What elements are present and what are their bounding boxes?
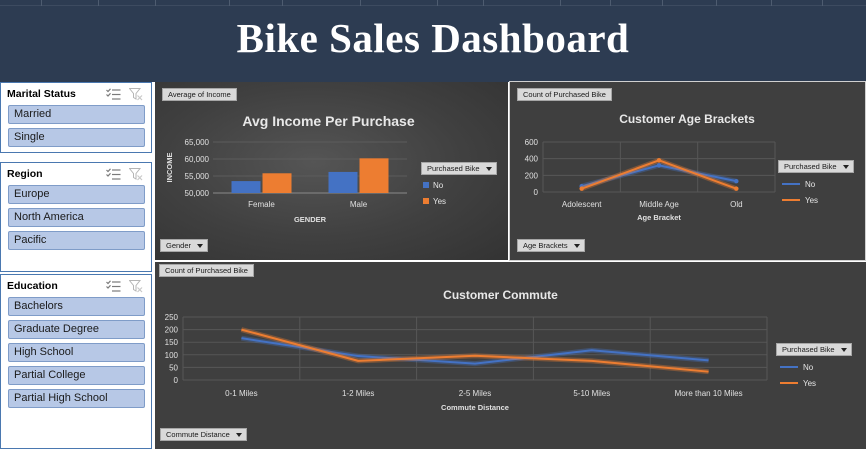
legend-label-yes: Yes [803, 378, 817, 388]
y-tick-label: 65,000 [185, 138, 210, 147]
income-chart-panel: Average of Income Avg Income Per Purchas… [155, 82, 508, 260]
axis-field-button-commute-distance[interactable]: Commute Distance [160, 428, 247, 441]
point-no [734, 178, 739, 184]
legend-entry-yes: Yes [782, 192, 818, 208]
multi-select-icon[interactable] [106, 88, 121, 100]
dashboard-title: Bike Sales Dashboard [236, 15, 630, 61]
slicer-title: Marital Status [7, 88, 76, 100]
slicer-item-partial-college[interactable]: Partial College [8, 366, 145, 385]
axis-field-button-gender[interactable]: Gender [160, 239, 209, 252]
multi-select-icon[interactable] [106, 168, 121, 180]
title-banner: Bike Sales Dashboard [0, 6, 866, 82]
axis-field-button-age-brackets[interactable]: Age Brackets [517, 239, 585, 252]
x-axis-title: GENDER [294, 215, 327, 224]
y-tick-label: 55,000 [185, 172, 210, 181]
x-tick-label: Old [730, 200, 742, 209]
clear-filter-icon[interactable] [129, 168, 143, 181]
point-yes [734, 186, 739, 191]
x-tick-label: 2-5 Miles [459, 389, 491, 398]
legend-entry-yes: Yes [780, 375, 816, 391]
legend-line-no [782, 183, 800, 185]
y-tick-label: 200 [525, 171, 539, 180]
x-axis-title: Age Bracket [637, 213, 681, 222]
x-axis-title: Commute Distance [441, 403, 509, 412]
dashboard-sheet: Bike Sales Dashboard Marital Status Marr… [0, 0, 866, 449]
slicer-item-pacific[interactable]: Pacific [8, 231, 145, 250]
x-tick-label: 1-2 Miles [342, 389, 374, 398]
legend-entry-no: No [782, 176, 818, 192]
slicer-region: Region Europe North America Pacific [0, 162, 152, 272]
point-yes [579, 186, 584, 191]
x-tick-label: 5-10 Miles [573, 389, 610, 398]
legend-line-no [780, 366, 798, 368]
y-tick-label: 0 [174, 376, 179, 385]
slicer-education: Education Bachelors Graduate Degree High… [0, 274, 152, 449]
slicer-title: Region [7, 168, 43, 180]
legend-label-no: No [433, 180, 444, 190]
legend-entry-no: No [423, 177, 446, 193]
y-tick-label: 0 [534, 188, 539, 197]
legend-label-yes: Yes [433, 196, 447, 206]
age-chart-panel: Count of Purchased Bike Customer Age Bra… [509, 81, 866, 261]
commute-line-chart: 0 50 100 150 200 250 0-1 Miles 1-2 Miles 2-5 Mil… [165, 313, 768, 412]
slicer-header: Marital Status [1, 83, 151, 105]
legend-dropdown-purchased-bike[interactable]: Purchased Bike [778, 160, 854, 173]
y-tick-label: 600 [525, 138, 539, 147]
y-axis-title: INCOME [165, 153, 174, 183]
x-tick-label: More than 10 Miles [675, 389, 743, 398]
x-tick-label: Middle Age [639, 200, 679, 209]
clear-filter-icon[interactable] [129, 280, 143, 293]
legend-dropdown-purchased-bike[interactable]: Purchased Bike [421, 162, 497, 175]
y-tick-label: 50 [169, 363, 178, 372]
y-tick-label: 400 [525, 155, 539, 164]
legend-entry-no: No [780, 359, 816, 375]
slicer-item-partial-high-school[interactable]: Partial High School [8, 389, 145, 408]
legend-label-no: No [803, 362, 814, 372]
y-tick-label: 200 [165, 326, 179, 335]
slicer-item-europe[interactable]: Europe [8, 185, 145, 204]
x-tick-label: Adolescent [562, 200, 602, 209]
bar-no-male [328, 171, 358, 193]
legend-line-yes [782, 199, 800, 201]
bar-yes-male [359, 158, 389, 193]
legend-line-yes [780, 382, 798, 384]
legend-swatch-no [423, 182, 429, 188]
bar-yes-female [262, 173, 292, 193]
x-tick-label: Male [350, 200, 368, 209]
x-tick-label: Female [248, 200, 275, 209]
slicer-item-single[interactable]: Single [8, 128, 145, 147]
y-tick-label: 60,000 [185, 155, 210, 164]
slicer-header: Education [1, 275, 151, 297]
point-no [656, 163, 662, 168]
y-tick-label: 150 [165, 338, 179, 347]
y-tick-label: 250 [165, 313, 179, 322]
point-yes [656, 158, 662, 163]
y-tick-label: 100 [165, 351, 179, 360]
clear-filter-icon[interactable] [129, 88, 143, 101]
legend-label-yes: Yes [805, 195, 819, 205]
slicer-item-married[interactable]: Married [8, 105, 145, 124]
legend-swatch-yes [423, 198, 429, 204]
legend-entry-yes: Yes [423, 193, 446, 209]
bar-no-female [231, 181, 261, 193]
multi-select-icon[interactable] [106, 280, 121, 292]
slicer-item-bachelors[interactable]: Bachelors [8, 297, 145, 316]
slicer-title: Education [7, 280, 58, 292]
slicer-item-graduate-degree[interactable]: Graduate Degree [8, 320, 145, 339]
slicer-item-high-school[interactable]: High School [8, 343, 145, 362]
commute-legend: No Yes [780, 359, 816, 391]
slicer-header: Region [1, 163, 151, 185]
legend-dropdown-purchased-bike[interactable]: Purchased Bike [776, 343, 852, 356]
commute-chart-panel: Count of Purchased Bike Customer Commute… [155, 262, 866, 449]
income-legend: No Yes [423, 177, 446, 209]
x-tick-label: 0-1 Miles [225, 389, 257, 398]
y-tick-label: 50,000 [185, 189, 210, 198]
age-legend: No Yes [782, 176, 818, 208]
slicer-marital-status: Marital Status Married Single [0, 82, 152, 153]
legend-label-no: No [805, 179, 816, 189]
slicer-item-north-america[interactable]: North America [8, 208, 145, 227]
